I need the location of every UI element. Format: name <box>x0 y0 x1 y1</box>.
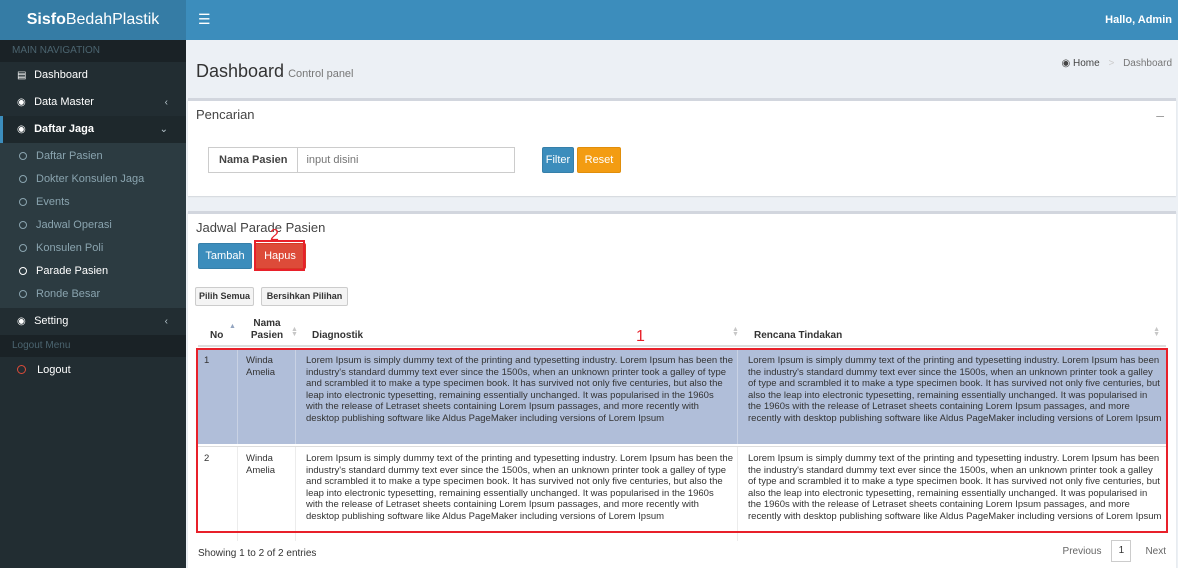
sidebar-subitem-label: Ronde Besar <box>36 288 101 300</box>
page-subtitle: Control panel <box>288 68 354 80</box>
breadcrumb-current: Dashboard <box>1123 58 1172 69</box>
sidebar-subitem-parade-pasien[interactable]: Parade Pasien <box>0 260 186 283</box>
sidebar-subitem-label: Dokter Konsulen Jaga <box>36 173 145 185</box>
page-title: Dashboard Control panel <box>196 61 354 82</box>
search-input[interactable] <box>297 147 516 173</box>
breadcrumb-separator: > <box>1108 58 1115 69</box>
table-info: Showing 1 to 2 of 2 entries <box>198 548 317 559</box>
column-header-no[interactable]: No <box>198 314 238 347</box>
sort-icon: ▲ ▼ <box>732 326 739 338</box>
sidebar-subitem-ronde-besar[interactable]: Ronde Besar <box>0 283 186 306</box>
pilih-semua-button[interactable]: Pilih Semua <box>195 287 254 306</box>
circle-icon <box>17 365 26 374</box>
sidebar-subitem-daftar-pasien[interactable]: Daftar Pasien <box>0 145 186 168</box>
search-box-title: Pencarian <box>196 107 255 122</box>
chevron-left-icon: ‹ <box>164 97 168 108</box>
sidebar-item-label: Logout <box>37 364 71 376</box>
sidebar-submenu: Daftar Pasien Dokter Konsulen Jaga Event… <box>0 143 186 308</box>
annotation-box-rows <box>196 348 1168 533</box>
circle-icon <box>19 152 27 160</box>
sidebar: MAIN NAVIGATION ▤ Dashboard ◉ Data Maste… <box>0 40 186 568</box>
bersihkan-pilihan-button[interactable]: Bersihkan Pilihan <box>261 287 348 306</box>
sidebar-subitem-label: Jadwal Operasi <box>36 219 112 231</box>
table-header: No Nama Pasien Diagnostik Rencana Tindak… <box>198 314 1166 347</box>
sidebar-item-dashboard[interactable]: ▤ Dashboard <box>0 62 186 89</box>
sidebar-subitem-label: Parade Pasien <box>36 265 109 277</box>
tambah-button[interactable]: Tambah <box>198 243 252 269</box>
home-icon: ◉ <box>1061 58 1071 69</box>
table-box-title: Jadwal Parade Pasien <box>196 220 326 235</box>
sidebar-item-label: Setting <box>34 315 69 327</box>
column-header-nama-pasien[interactable]: Nama Pasien <box>238 314 296 347</box>
chevron-down-icon: ⌄ <box>159 124 168 135</box>
book-icon: ▤ <box>17 70 27 81</box>
column-header-rencana-tindakan[interactable]: Rencana Tindakan <box>738 314 1166 347</box>
dashboard-icon: ◉ <box>17 124 26 135</box>
sidebar-item-label: Daftar Jaga <box>34 123 94 135</box>
sidebar-subitem-label: Konsulen Poli <box>36 242 104 254</box>
circle-icon <box>19 244 27 252</box>
page-title-text: Dashboard <box>196 61 285 81</box>
user-greeting[interactable]: Hallo, Admin <box>1105 14 1172 26</box>
app-logo[interactable]: SisfoBedahPlastik <box>0 0 186 40</box>
brand-bold: Sisfo <box>26 11 66 28</box>
main-content: Dashboard Control panel ◉ Home > Dashboar… <box>186 40 1178 568</box>
circle-icon <box>19 175 27 183</box>
pagination-page-1[interactable]: 1 <box>1111 540 1132 562</box>
reset-button[interactable]: Reset <box>577 147 621 173</box>
pagination-next[interactable]: Next <box>1131 546 1172 557</box>
parade-table-box: Jadwal Parade Pasien Tambah Hapus 2 Pili… <box>188 211 1176 568</box>
breadcrumb-home[interactable]: Home <box>1073 58 1100 69</box>
circle-icon <box>19 221 27 229</box>
sort-icon: ▲ ▼ <box>1153 326 1160 338</box>
dashboard-icon: ◉ <box>17 316 26 327</box>
sidebar-item-logout[interactable]: Logout <box>0 357 186 384</box>
sidebar-subitem-jadwal-operasi[interactable]: Jadwal Operasi <box>0 214 186 237</box>
minus-icon[interactable]: – <box>1156 107 1164 123</box>
annotation-marker-2: 2 <box>270 227 279 244</box>
sidebar-item-setting[interactable]: ◉ Setting ‹ <box>0 308 186 335</box>
sidebar-header-main: MAIN NAVIGATION <box>0 40 186 62</box>
search-box: Pencarian – Nama Pasien Filter Reset <box>188 98 1176 196</box>
pagination-previous[interactable]: Previous <box>1053 546 1112 557</box>
sort-asc-icon: ▲ <box>229 323 236 330</box>
chevron-left-icon: ‹ <box>164 316 168 327</box>
sidebar-subitem-label: Daftar Pasien <box>36 150 103 162</box>
sidebar-item-data-master[interactable]: ◉ Data Master ‹ <box>0 89 186 116</box>
column-header-label: Pasien <box>250 330 284 341</box>
sidebar-subitem-events[interactable]: Events <box>0 191 186 214</box>
dashboard-icon: ◉ <box>17 97 26 108</box>
sidebar-subitem-label: Events <box>36 196 70 208</box>
filter-button[interactable]: Filter <box>542 147 574 173</box>
sidebar-subitem-dokter-konsulen-jaga[interactable]: Dokter Konsulen Jaga <box>0 168 186 191</box>
search-label: Nama Pasien <box>208 147 298 173</box>
sidebar-item-label: Dashboard <box>34 69 88 81</box>
sidebar-item-label: Data Master <box>34 96 94 108</box>
annotation-marker-1: 1 <box>636 328 645 345</box>
annotation-box-hapus <box>254 240 305 271</box>
pagination: Previous 1 Next <box>1053 540 1172 562</box>
breadcrumb: ◉ Home > Dashboard <box>1061 58 1172 69</box>
circle-icon <box>19 290 27 298</box>
column-header-label: Nama <box>253 318 281 329</box>
circle-icon <box>19 267 27 275</box>
sidebar-header-logout: Logout Menu <box>0 335 186 357</box>
sort-icon: ▲ ▼ <box>291 326 298 338</box>
top-navbar: ☰ Hallo, Admin <box>186 0 1178 40</box>
hamburger-icon[interactable]: ☰ <box>198 12 211 26</box>
column-header-diagnostik[interactable]: Diagnostik <box>296 314 738 347</box>
sidebar-subitem-konsulen-poli[interactable]: Konsulen Poli <box>0 237 186 260</box>
sidebar-item-daftar-jaga[interactable]: ◉ Daftar Jaga ⌄ <box>0 116 186 143</box>
search-input-group: Nama Pasien <box>208 147 516 173</box>
brand-rest: BedahPlastik <box>65 11 160 28</box>
circle-icon <box>19 198 27 206</box>
